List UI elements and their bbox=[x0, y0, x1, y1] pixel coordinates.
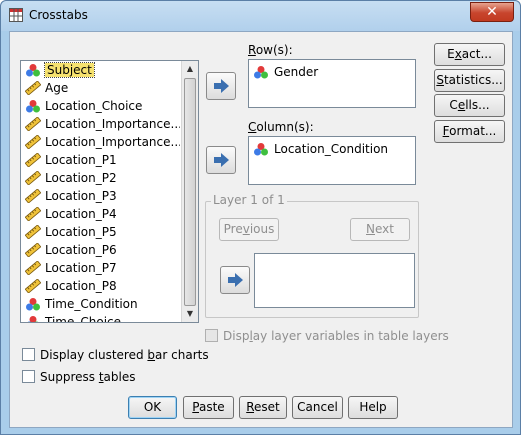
scale-icon bbox=[25, 117, 41, 131]
paste-button[interactable]: Paste bbox=[183, 396, 234, 419]
next-layer-button[interactable]: Next bbox=[350, 218, 410, 241]
variable-name: Location_P6 bbox=[45, 243, 117, 257]
variable-name: Time_Choice bbox=[45, 315, 122, 322]
layer-group-title: Layer 1 of 1 bbox=[211, 193, 287, 207]
nominal-icon bbox=[254, 66, 268, 79]
variable-name: Location_Importance... bbox=[45, 135, 180, 149]
scale-icon bbox=[25, 207, 41, 221]
variable-name: Location_Choice bbox=[45, 99, 143, 113]
variable-list-item[interactable]: Age bbox=[21, 79, 180, 97]
reset-button[interactable]: Reset bbox=[239, 396, 287, 419]
nominal-icon bbox=[26, 64, 40, 77]
right-arrow-icon bbox=[214, 153, 229, 167]
format-button[interactable]: Format... bbox=[434, 120, 505, 143]
dialog-client: Subject Age Location_Choice Location_Import… bbox=[9, 31, 513, 428]
layer-list[interactable] bbox=[254, 253, 415, 308]
nominal-icon bbox=[26, 298, 40, 311]
right-arrow-icon bbox=[228, 273, 243, 287]
nominal-icon bbox=[26, 100, 40, 113]
columns-list[interactable]: Location_Condition bbox=[248, 136, 416, 185]
move-to-columns-button[interactable] bbox=[206, 146, 236, 174]
scroll-up-arrow-icon[interactable]: ▲ bbox=[182, 61, 198, 77]
statistics-button[interactable]: Statistics... bbox=[434, 69, 505, 92]
variable-name: Time_Condition bbox=[45, 297, 138, 311]
checkbox-box bbox=[22, 348, 35, 361]
title-bar: Crosstabs ✕ bbox=[1, 1, 520, 31]
variable-list-item[interactable]: Location_P5 bbox=[21, 223, 180, 241]
variable-list-item[interactable]: Location_P6 bbox=[21, 241, 180, 259]
scale-icon bbox=[25, 81, 41, 95]
scale-icon bbox=[25, 261, 41, 275]
rows-item[interactable]: Gender bbox=[253, 64, 318, 80]
variable-list-item[interactable]: Time_Condition bbox=[21, 295, 180, 313]
scale-icon bbox=[25, 189, 41, 203]
nominal-icon bbox=[254, 143, 268, 156]
exact-button[interactable]: Exact... bbox=[434, 43, 505, 66]
variable-list-item[interactable]: Location_Importance... bbox=[21, 133, 180, 151]
scale-icon bbox=[25, 135, 41, 149]
variable-list-item[interactable]: Subject bbox=[21, 61, 180, 79]
previous-layer-button[interactable]: Previous bbox=[219, 218, 279, 241]
scroll-down-arrow-icon[interactable]: ▼ bbox=[182, 306, 198, 322]
move-to-layer-button[interactable] bbox=[220, 266, 250, 294]
variable-name: Location_Importance... bbox=[45, 117, 180, 131]
variable-name: Age bbox=[45, 81, 69, 95]
variable-name: Location_P1 bbox=[45, 153, 117, 167]
suppress-tables-checkbox[interactable]: Suppress tables bbox=[22, 369, 136, 385]
variable-name: Location_P4 bbox=[45, 207, 117, 221]
rows-label: Row(s): bbox=[248, 43, 293, 57]
variable-list-item[interactable]: Location_Choice bbox=[21, 97, 180, 115]
variable-name: Location_P2 bbox=[45, 171, 117, 185]
help-button[interactable]: Help bbox=[348, 396, 398, 419]
variable-list-item[interactable]: Location_P8 bbox=[21, 277, 180, 295]
nominal-icon bbox=[27, 316, 39, 322]
display-layer-variables-checkbox[interactable]: Display layer variables in table layers bbox=[205, 328, 449, 344]
crosstabs-dialog: Crosstabs ✕ Subject Age Location_Choice Loc… bbox=[0, 0, 521, 435]
columns-item[interactable]: Location_Condition bbox=[253, 141, 388, 157]
variable-list[interactable]: Subject Age Location_Choice Location_Import… bbox=[20, 60, 199, 323]
variable-name: Location_P3 bbox=[45, 189, 117, 203]
move-to-rows-button[interactable] bbox=[206, 72, 236, 100]
right-arrow-icon bbox=[214, 79, 229, 93]
variable-list-item[interactable]: Location_P4 bbox=[21, 205, 180, 223]
ok-button[interactable]: OK bbox=[128, 396, 177, 419]
close-button[interactable]: ✕ bbox=[470, 2, 514, 22]
variable-name: Location_P7 bbox=[45, 261, 117, 275]
variable-list-item[interactable]: Location_P3 bbox=[21, 187, 180, 205]
variable-items: Subject Age Location_Choice Location_Import… bbox=[21, 61, 180, 322]
scroll-thumb[interactable] bbox=[184, 78, 196, 306]
cells-button[interactable]: Cells... bbox=[434, 94, 505, 117]
variable-name: Subject bbox=[44, 62, 95, 78]
variable-list-item[interactable]: Location_P2 bbox=[21, 169, 180, 187]
cancel-button[interactable]: Cancel bbox=[292, 396, 343, 419]
checkbox-box bbox=[22, 370, 35, 383]
checkbox-box bbox=[205, 329, 218, 342]
close-icon: ✕ bbox=[486, 4, 498, 20]
variable-name: Location_P5 bbox=[45, 225, 117, 239]
variable-list-item[interactable]: Time_Choice bbox=[21, 313, 180, 322]
scale-icon bbox=[25, 279, 41, 293]
rows-list[interactable]: Gender bbox=[248, 59, 416, 108]
variable-list-item[interactable]: Location_P7 bbox=[21, 259, 180, 277]
scale-icon bbox=[25, 171, 41, 185]
scale-icon bbox=[25, 243, 41, 257]
variable-name: Location_P8 bbox=[45, 279, 117, 293]
clustered-bar-charts-checkbox[interactable]: Display clustered bar charts bbox=[22, 347, 209, 363]
scale-icon bbox=[25, 153, 41, 167]
columns-label: Column(s): bbox=[248, 120, 314, 134]
crosstabs-app-icon bbox=[9, 8, 23, 22]
window-title: Crosstabs bbox=[29, 8, 88, 22]
variable-list-item[interactable]: Location_P1 bbox=[21, 151, 180, 169]
variable-list-item[interactable]: Location_Importance... bbox=[21, 115, 180, 133]
variable-list-scrollbar[interactable]: ▲ ▼ bbox=[181, 61, 198, 322]
scale-icon bbox=[25, 225, 41, 239]
